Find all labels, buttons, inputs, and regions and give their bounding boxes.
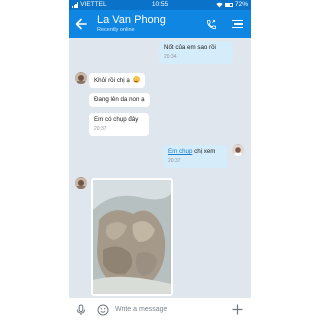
message-link[interactable]: Em chụp [168, 148, 192, 155]
message-text: Em có chụp đây [94, 116, 139, 123]
avatar-image [75, 73, 87, 84]
message-time: 20:34 [164, 54, 177, 60]
phone-icon [206, 19, 216, 29]
call-button[interactable] [204, 17, 218, 31]
message-bubble-incoming[interactable]: Đang lên da non ạ [89, 93, 150, 107]
arrow-left-icon [75, 18, 87, 30]
chat-screen: VIETTEL 10:55 72% La Van Phong Recently … [69, 0, 251, 320]
message-text: chị xem [192, 148, 216, 155]
my-avatar[interactable] [232, 144, 244, 156]
image-message[interactable] [91, 178, 173, 296]
contact-info[interactable]: La Van Phong Recently online [97, 14, 166, 34]
chat-header: La Van Phong Recently online [69, 10, 251, 38]
contact-name: La Van Phong [97, 14, 166, 26]
message-bubble-outgoing[interactable]: Em chụp chị xem 20:37 [163, 145, 227, 168]
message-input[interactable] [115, 302, 215, 316]
message-composer [69, 297, 251, 320]
back-button[interactable] [73, 16, 89, 32]
microphone-icon [77, 304, 85, 315]
menu-button[interactable] [229, 17, 243, 31]
menu-icon [232, 19, 243, 21]
message-bubble-incoming[interactable]: Em có chụp đây 20:37 [89, 113, 149, 136]
wifi-icon [216, 2, 223, 8]
sticker-button[interactable] [97, 303, 109, 316]
voice-button[interactable] [75, 303, 87, 315]
avatar-image [232, 145, 244, 156]
status-bar: VIETTEL 10:55 72% [69, 0, 251, 10]
message-bubble-incoming[interactable]: Khỏi rồi chị ạ [89, 73, 145, 88]
plus-icon [232, 304, 242, 314]
message-text: Khỏi rồi chị ạ [94, 77, 130, 84]
smiley-icon [97, 304, 109, 316]
contact-status: Recently online [97, 27, 135, 33]
photo-content [93, 180, 171, 294]
message-text: Đang lên da non ạ [94, 96, 145, 103]
message-bubble-outgoing[interactable]: Nốt của em sao rồi 20:34 [159, 41, 233, 64]
battery-icon [224, 2, 233, 8]
contact-avatar[interactable] [75, 72, 87, 84]
contact-avatar[interactable] [75, 177, 87, 189]
smiley-emoji-icon [132, 76, 140, 83]
avatar-image [75, 178, 87, 189]
message-text: Nốt của em sao rồi [164, 44, 216, 51]
message-time: 20:37 [168, 158, 181, 164]
message-time: 20:37 [94, 126, 107, 132]
battery-level: 72% [234, 1, 248, 8]
add-attachment-button[interactable] [231, 303, 243, 315]
